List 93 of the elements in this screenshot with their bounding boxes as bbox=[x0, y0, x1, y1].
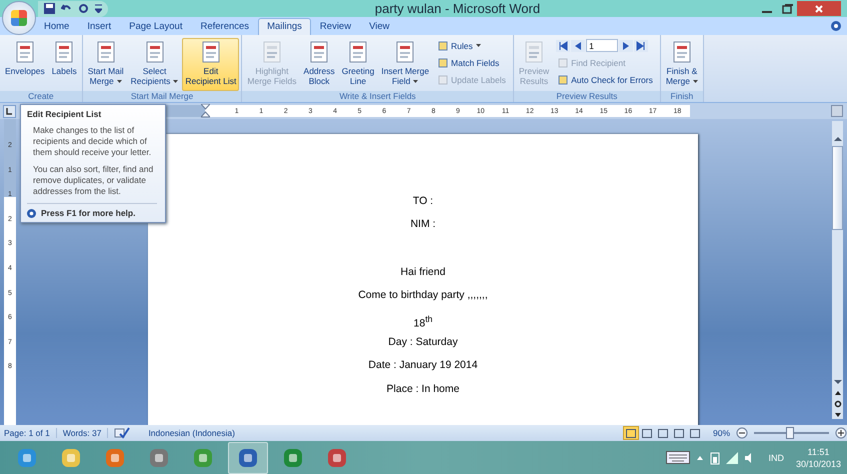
field-icon bbox=[558, 74, 568, 84]
keyboard-icon[interactable] bbox=[666, 451, 690, 464]
taskbar-app[interactable] bbox=[228, 442, 268, 474]
page-icon bbox=[309, 41, 330, 63]
document-text: Date : January 19 2014 bbox=[367, 358, 479, 374]
ribbon-button[interactable]: Auto Check for Errors bbox=[556, 72, 655, 87]
document-text: Day : Saturday bbox=[387, 334, 459, 350]
first-record-icon[interactable] bbox=[556, 40, 570, 52]
indent-marker-icon[interactable] bbox=[201, 104, 210, 118]
document-text: Place : In home bbox=[386, 382, 460, 397]
next-page-icon[interactable] bbox=[832, 411, 842, 419]
ribbon-button[interactable]: Match Fields bbox=[436, 55, 508, 70]
ribbon-button[interactable]: Select Recipients bbox=[128, 38, 182, 91]
previous-page-icon[interactable] bbox=[832, 389, 842, 397]
field-icon bbox=[438, 40, 448, 50]
word-count[interactable]: Words: 37 bbox=[62, 428, 108, 438]
tab-selector-icon[interactable] bbox=[3, 104, 16, 118]
document-text: NIM : bbox=[409, 217, 437, 232]
ribbon-button[interactable]: Labels bbox=[48, 38, 80, 91]
slider-thumb[interactable] bbox=[786, 427, 794, 439]
ribbon-tab[interactable]: Mailings bbox=[258, 18, 311, 35]
document-text: 18$^{th}$ bbox=[412, 312, 434, 332]
previous-record-icon[interactable] bbox=[571, 40, 586, 52]
group-label: Finish bbox=[660, 91, 703, 102]
scroll-up-icon[interactable] bbox=[832, 135, 842, 143]
ribbon-button[interactable]: Envelopes bbox=[2, 38, 48, 91]
close-button[interactable] bbox=[797, 1, 841, 16]
document-text: TO : bbox=[412, 194, 434, 209]
field-icon bbox=[438, 58, 448, 68]
close-icon bbox=[814, 4, 824, 14]
ribbon-button[interactable]: Edit Recipient List bbox=[182, 38, 240, 91]
caret-icon bbox=[173, 80, 178, 84]
ribbon-tab[interactable]: Home bbox=[35, 18, 78, 35]
zoom-out-icon[interactable] bbox=[736, 427, 748, 439]
ribbon-tab[interactable]: Insert bbox=[78, 18, 120, 35]
ribbon-tab[interactable]: Review bbox=[310, 18, 360, 35]
page-icon bbox=[672, 41, 692, 63]
help-icon bbox=[27, 208, 36, 218]
ribbon-button[interactable]: Address Block bbox=[300, 38, 338, 91]
zoom-in-icon[interactable] bbox=[835, 427, 847, 439]
page-icon bbox=[348, 41, 368, 63]
caret-icon bbox=[476, 44, 481, 47]
proofing-icon[interactable] bbox=[114, 427, 130, 439]
last-record-icon[interactable] bbox=[634, 40, 648, 52]
record-field[interactable]: 1 bbox=[586, 39, 618, 52]
save-icon[interactable] bbox=[44, 3, 55, 14]
group-label: Preview Results bbox=[514, 91, 660, 102]
ribbon-button[interactable]: Rules bbox=[436, 38, 508, 53]
page-icon bbox=[395, 41, 416, 63]
ribbon-button[interactable]: Finish & Merge bbox=[662, 38, 701, 91]
battery-icon[interactable] bbox=[710, 450, 720, 464]
page-icon bbox=[200, 41, 221, 63]
ribbon-button[interactable]: Insert Merge Field bbox=[378, 38, 432, 91]
ribbon-button[interactable]: Greeting Line bbox=[338, 38, 378, 91]
group-label: Write & Insert Fields bbox=[242, 91, 513, 102]
ribbon-tab[interactable]: Page Layout bbox=[120, 18, 192, 35]
page-icon bbox=[144, 41, 165, 63]
caret-icon bbox=[413, 80, 418, 84]
office-button[interactable] bbox=[2, 1, 36, 35]
field-icon bbox=[558, 58, 568, 68]
show-hidden-icon[interactable] bbox=[696, 454, 704, 460]
page-icon bbox=[96, 41, 116, 63]
help-hint: Press F1 for more help. bbox=[41, 208, 136, 218]
tooltip-title: Edit Recipient List bbox=[27, 109, 102, 119]
page-icon bbox=[524, 41, 544, 63]
tooltip-text: You can also sort, filter, find and remove duplicates, or validate addresses from the list. bbox=[33, 164, 154, 197]
window-title: party wulan - Microsoft Word bbox=[374, 1, 542, 16]
ribbon-button[interactable]: Start Mail Merge bbox=[84, 38, 127, 91]
help-icon[interactable] bbox=[831, 21, 841, 31]
signal-icon[interactable] bbox=[726, 452, 738, 464]
page-icon bbox=[54, 41, 74, 63]
zoom-level[interactable]: 90% bbox=[712, 428, 730, 438]
view-button[interactable] bbox=[622, 426, 639, 440]
group-label: Start Mail Merge bbox=[82, 91, 242, 102]
page-icon bbox=[14, 41, 35, 63]
caret-icon bbox=[116, 80, 122, 84]
ribbon-tab[interactable]: References bbox=[191, 18, 258, 35]
scroll-down-icon[interactable] bbox=[832, 378, 842, 386]
document-text: Hai friend bbox=[400, 264, 446, 280]
group-label: Create bbox=[0, 91, 82, 102]
field-icon bbox=[438, 74, 448, 84]
language-status[interactable]: Indonesian (Indonesia) bbox=[148, 428, 241, 438]
document-text: Come to birthday party ,,,,,,, bbox=[357, 288, 489, 304]
vertical-scrollbar[interactable] bbox=[832, 121, 843, 419]
tooltip-text: Make changes to the list of recipients and decide which of them should receive your letter. bbox=[33, 125, 152, 158]
page-count[interactable]: Page: 1 of 1 bbox=[4, 428, 57, 438]
caret-icon bbox=[692, 80, 698, 84]
browse-object-icon[interactable] bbox=[832, 400, 842, 408]
page-icon bbox=[262, 41, 282, 63]
next-record-icon[interactable] bbox=[619, 40, 634, 52]
customize-icon[interactable] bbox=[95, 4, 102, 13]
scroll-thumb[interactable] bbox=[832, 146, 843, 230]
ribbon-tab[interactable]: View bbox=[360, 18, 398, 35]
